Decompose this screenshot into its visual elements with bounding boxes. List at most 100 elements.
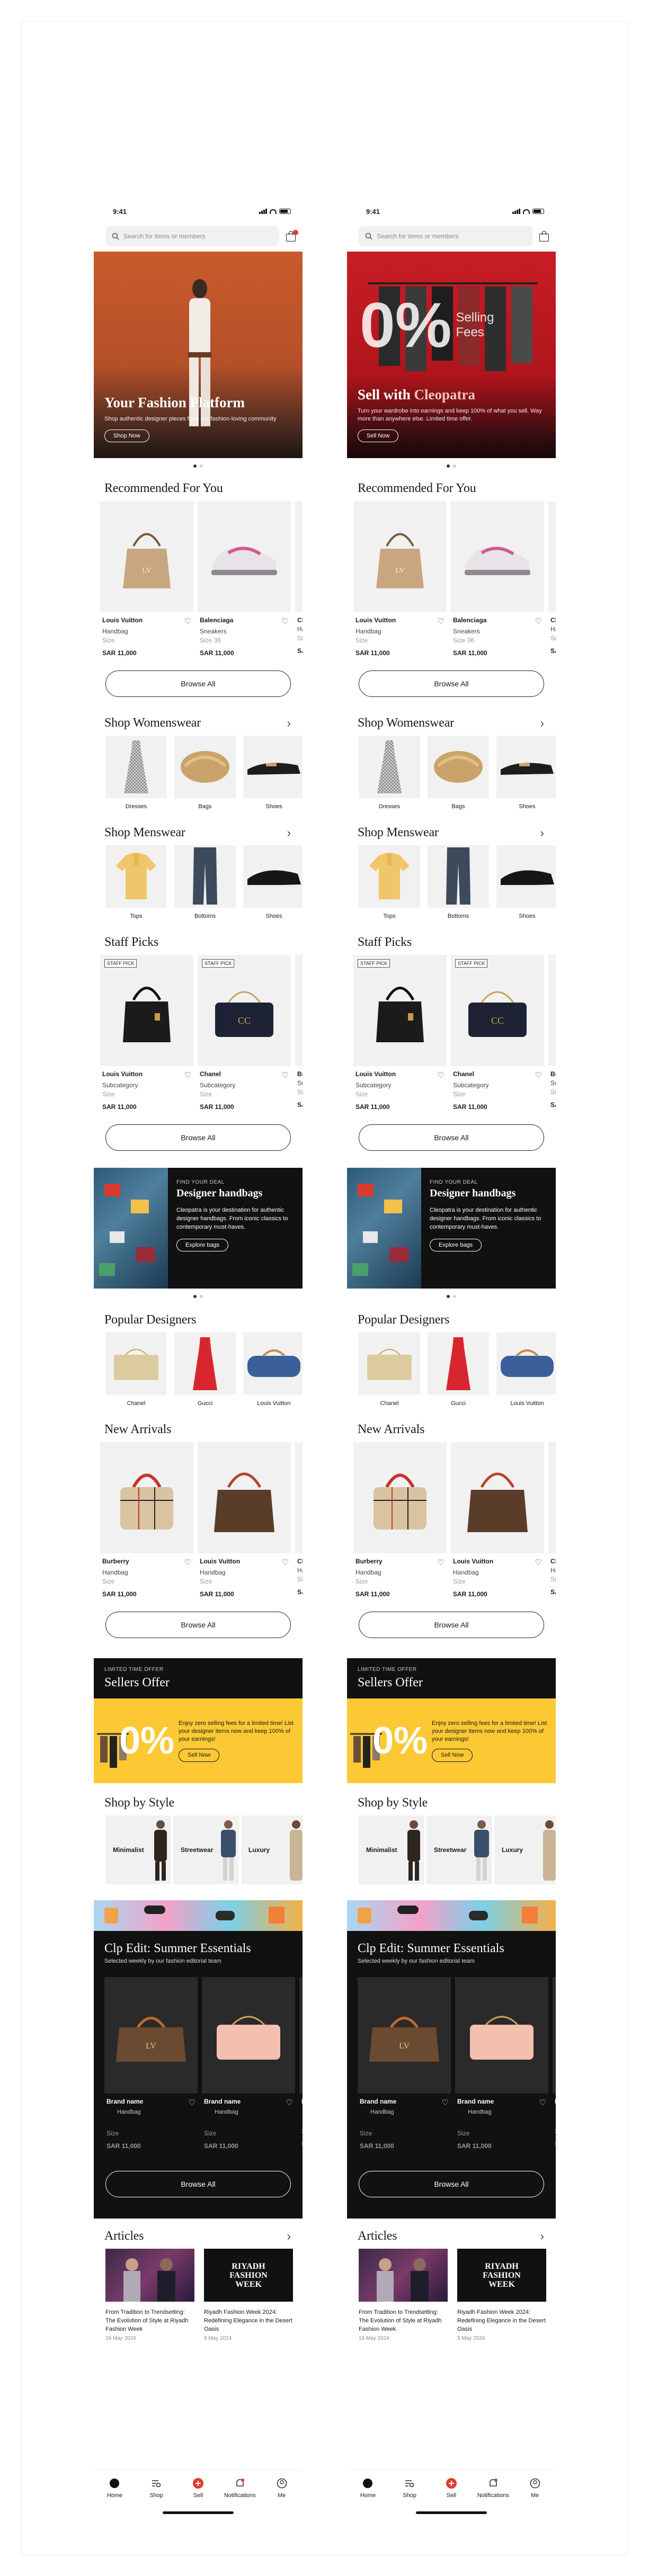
browse-all-button[interactable]: Browse All [359, 1612, 544, 1638]
designer-tile[interactable]: Gucci [428, 1332, 489, 1407]
category-tile[interactable]: Bottoms [428, 845, 489, 919]
heart-icon[interactable]: ♡ [282, 616, 289, 626]
category-tile[interactable]: Shoes [243, 736, 303, 810]
style-tile[interactable]: Streetwear [173, 1815, 239, 1884]
category-tile[interactable]: Bags [174, 736, 236, 810]
style-tile[interactable]: Streetwear [426, 1815, 492, 1884]
browse-all-button[interactable]: Browse All [105, 2171, 291, 2197]
product-card[interactable]: Burberry ♡ Handbag Size SAR 11,000 [353, 1442, 447, 1598]
sell-now-button[interactable]: Sell Now [179, 1749, 220, 1762]
product-card[interactable]: Br Ha Si SA [553, 1977, 556, 2150]
heart-icon[interactable]: ♡ [438, 1070, 444, 1080]
heart-icon[interactable]: ♡ [442, 2098, 449, 2107]
product-card[interactable]: LV Louis Vuitton ♡ Handbag Size SAR 11,00… [353, 501, 447, 657]
product-card[interactable]: Burberry ♡ Handbag Size SAR 11,000 [100, 1442, 193, 1598]
sell-now-button[interactable]: Sell Now [432, 1749, 473, 1762]
hero-banner[interactable]: 0% Selling Fees Sell with Cleopatra Turn y… [347, 252, 556, 458]
heart-icon[interactable]: ♡ [189, 2098, 195, 2107]
product-card[interactable]: Brand name ♡ Handbag Size SAR 11,000 [202, 1977, 295, 2150]
product-card[interactable]: Balenciaga ♡ Sneakers Size 36 SAR 11,000 [451, 501, 544, 657]
carousel-dots[interactable] [94, 1289, 303, 1300]
product-card[interactable]: STAFF PICK CC Chanel ♡ Subcategory Size S… [198, 955, 291, 1111]
category-tile[interactable]: Shoes [496, 736, 556, 810]
category-tile[interactable]: Shoes [243, 845, 303, 919]
tab-me[interactable]: Me [263, 2477, 300, 2518]
category-tile[interactable]: Bags [428, 736, 489, 810]
article-card[interactable]: From Tradition to Trendsetting: The Evol… [105, 2249, 194, 2341]
heart-icon[interactable]: ♡ [535, 1558, 542, 1567]
heart-icon[interactable]: ♡ [282, 1558, 289, 1567]
heart-icon[interactable]: ♡ [535, 1070, 542, 1080]
search-input[interactable]: Search for items or members [105, 226, 279, 246]
browse-all-button[interactable]: Browse All [105, 670, 291, 697]
product-card[interactable]: Br Su Siz SA [295, 955, 303, 1111]
style-tile[interactable]: Minimalist [359, 1815, 424, 1884]
chevron-right-icon[interactable]: › [540, 717, 544, 730]
carousel-dots[interactable] [347, 458, 556, 470]
product-card[interactable]: STAFF PICK Louis Vuitton ♡ Subcategory Si… [100, 955, 193, 1111]
shopping-bag-icon[interactable] [538, 230, 550, 243]
browse-all-button[interactable]: Browse All [359, 1124, 544, 1151]
product-card[interactable]: STAFF PICK CC Chanel ♡ Subcategory Size S… [451, 955, 544, 1111]
product-card[interactable]: LV Brand name ♡ Handbag Size SAR 11,000 [358, 1977, 451, 2150]
designer-tile[interactable]: Chanel [359, 1332, 420, 1407]
category-tile[interactable]: Dresses [359, 736, 420, 810]
category-tile[interactable]: Tops [359, 845, 420, 919]
article-card[interactable]: From Tradition to Trendsetting: The Evol… [359, 2249, 448, 2341]
category-tile[interactable]: Bottoms [174, 845, 236, 919]
shopping-bag-icon[interactable] [285, 230, 298, 243]
tab-home[interactable]: Home [96, 2477, 133, 2518]
article-card[interactable]: RIYADH FASHION WEEK Riyadh Fashion Week … [204, 2249, 293, 2341]
category-tile[interactable]: Shoes [496, 845, 556, 919]
heart-icon[interactable]: ♡ [282, 1070, 289, 1080]
style-tile[interactable]: Luxury [494, 1815, 556, 1884]
promo-banner[interactable]: FIND YOUR DEAL Designer handbags Cleopat… [347, 1168, 556, 1289]
product-card[interactable]: Ch Ha Siz SA [295, 501, 303, 657]
designer-tile[interactable]: Chanel [105, 1332, 167, 1407]
designer-tile[interactable]: Louis Vuitton [243, 1332, 303, 1407]
hero-cta-button[interactable]: Shop Now [104, 430, 149, 442]
promo-banner[interactable]: FIND YOUR DEAL Designer handbags Cleopat… [94, 1168, 303, 1289]
product-card[interactable]: STAFF PICK Louis Vuitton ♡ Subcategory Si… [353, 955, 447, 1111]
browse-all-button[interactable]: Browse All [359, 670, 544, 697]
chevron-right-icon[interactable]: › [287, 717, 291, 730]
tab-me[interactable]: Me [517, 2477, 554, 2518]
carousel-dots[interactable] [347, 1289, 556, 1300]
chevron-right-icon[interactable]: › [540, 826, 544, 840]
sellers-offer-banner[interactable]: LIMITED TIME OFFER Sellers Offer 0% Enjo… [347, 1658, 556, 1783]
heart-icon[interactable]: ♡ [539, 2098, 546, 2107]
carousel-dots[interactable] [94, 458, 303, 470]
product-card[interactable]: LV Louis Vuitton ♡ Handbag Size SAR 11,00… [100, 501, 193, 657]
heart-icon[interactable]: ♡ [184, 1558, 191, 1567]
designer-tile[interactable]: Louis Vuitton [496, 1332, 556, 1407]
explore-bags-button[interactable]: Explore bags [430, 1239, 482, 1251]
chevron-right-icon[interactable]: › [287, 826, 291, 840]
hero-cta-button[interactable]: Sell Now [358, 430, 399, 442]
product-card[interactable]: Br Su Siz SA [548, 955, 556, 1111]
product-card[interactable]: Ch Ha Siz SA [548, 1442, 556, 1598]
search-input[interactable]: Search for items or members [359, 226, 532, 246]
product-card[interactable]: Louis Vuitton ♡ Handbag Size SAR 11,000 [451, 1442, 544, 1598]
heart-icon[interactable]: ♡ [286, 2098, 293, 2107]
explore-bags-button[interactable]: Explore bags [176, 1239, 229, 1251]
designer-tile[interactable]: Gucci [174, 1332, 236, 1407]
hero-banner[interactable]: Your Fashion Platform Shop authentic des… [94, 252, 303, 458]
heart-icon[interactable]: ♡ [184, 616, 191, 626]
category-tile[interactable]: Tops [105, 845, 167, 919]
style-tile[interactable]: Minimalist [105, 1815, 171, 1884]
product-card[interactable]: LV Brand name ♡ Handbag Size SAR 11,000 [104, 1977, 198, 2150]
chevron-right-icon[interactable]: › [287, 2230, 291, 2243]
heart-icon[interactable]: ♡ [438, 616, 444, 626]
product-card[interactable]: Ch Ha Siz SA [548, 501, 556, 657]
browse-all-button[interactable]: Browse All [359, 2171, 544, 2197]
article-card[interactable]: RIYADH FASHION WEEK Riyadh Fashion Week … [457, 2249, 546, 2341]
browse-all-button[interactable]: Browse All [105, 1124, 291, 1151]
product-card[interactable]: Balenciaga ♡ Sneakers Size 36 SAR 11,000 [198, 501, 291, 657]
product-card[interactable]: Br Ha Si SA [299, 1977, 303, 2150]
heart-icon[interactable]: ♡ [535, 616, 542, 626]
product-card[interactable]: Louis Vuitton ♡ Handbag Size SAR 11,000 [198, 1442, 291, 1598]
product-card[interactable]: Brand name ♡ Handbag Size SAR 11,000 [455, 1977, 548, 2150]
heart-icon[interactable]: ♡ [438, 1558, 444, 1567]
sellers-offer-banner[interactable]: LIMITED TIME OFFER Sellers Offer 0% Enjo… [94, 1658, 303, 1783]
heart-icon[interactable]: ♡ [184, 1070, 191, 1080]
